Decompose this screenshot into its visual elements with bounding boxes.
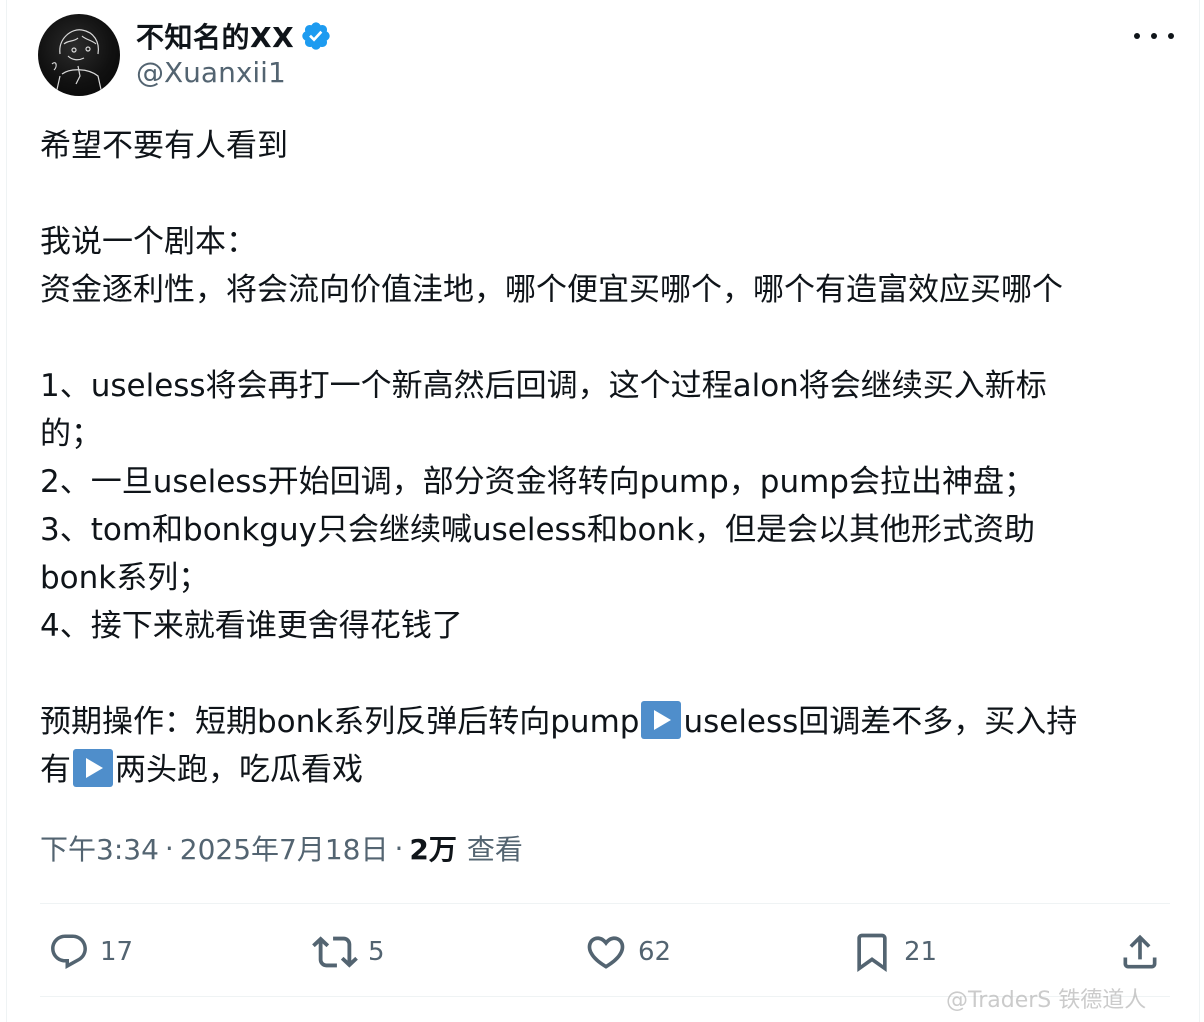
reply-count: 17 — [100, 937, 134, 967]
text-line-blank — [40, 650, 1170, 698]
reply-icon — [51, 934, 87, 969]
repost-count: 5 — [368, 937, 385, 967]
more-dots-icon[interactable] — [1134, 26, 1174, 46]
text-line: 1、useless将会再打一个新高然后回调，这个过程alon将会继续买入新标 — [40, 368, 1047, 404]
share-button[interactable] — [1118, 922, 1162, 982]
text-line: 资金逐利性，将会流向价值洼地，哪个便宜买哪个，哪个有造富效应买哪个 — [40, 272, 1063, 308]
text-line: 4、接下来就看谁更舍得花钱了 — [40, 608, 463, 644]
meta-separator: · — [164, 831, 174, 865]
author-name-row[interactable]: 不知名的XX — [136, 16, 332, 56]
action-bar: 17 5 62 21 — [40, 922, 1170, 982]
text-line: bonk系列； — [40, 560, 210, 596]
play-button-emoji — [641, 701, 682, 739]
tweet-time[interactable]: 下午3:34 — [40, 828, 159, 868]
tweet-meta: 下午3:34 · 2025年7月18日 · 2万 查看 — [40, 828, 523, 868]
like-button[interactable]: 62 — [584, 922, 671, 982]
verified-badge-icon — [302, 22, 330, 50]
text-line-plan-1: 预期操作：短期bonk系列反弹后转向pump useless回调差不多，买入持 — [40, 698, 1170, 746]
author-display-name[interactable]: 不知名的XX — [136, 16, 294, 56]
text-line: 2、一旦useless开始回调，部分资金将转向pump，pump会拉出神盘； — [40, 464, 1035, 500]
meta-separator: · — [394, 831, 404, 865]
bookmark-button[interactable]: 21 — [850, 922, 937, 982]
plan-text: 预期操作：短期bonk系列反弹后转向pump — [40, 704, 640, 740]
reply-button[interactable]: 17 — [48, 922, 133, 982]
text-line-plan-2: 有 两头跑，吃瓜看戏 — [40, 746, 1170, 794]
author-handle[interactable]: @Xuanxii1 — [136, 56, 286, 89]
repost-button[interactable]: 5 — [312, 922, 385, 982]
like-count: 62 — [638, 937, 672, 967]
heart-icon — [587, 936, 625, 969]
share-icon — [1123, 934, 1157, 969]
plan-text: 两头跑，吃瓜看戏 — [115, 752, 363, 788]
repost-icon — [312, 936, 358, 968]
bookmark-count: 21 — [904, 937, 938, 967]
tweet-date[interactable]: 2025年7月18日 — [180, 828, 389, 868]
play-button-emoji — [73, 749, 113, 787]
text-line-blank — [40, 314, 1170, 362]
views-count: 2万 — [409, 833, 457, 866]
text-line: 我说一个剧本： — [40, 224, 257, 260]
text-line: 的； — [40, 416, 102, 452]
views-label: 查看 — [466, 833, 523, 866]
avatar[interactable] — [38, 14, 120, 96]
divider — [40, 903, 1170, 904]
bookmark-icon — [857, 933, 887, 973]
tweet-text: 希望不要有人看到 我说一个剧本： 资金逐利性，将会流向价值洼地，哪个便宜买哪个，… — [40, 122, 1170, 794]
text-line: 希望不要有人看到 — [40, 128, 288, 164]
plan-text: useless回调差不多，买入持 — [683, 704, 1078, 740]
text-line-blank — [40, 170, 1170, 218]
text-line: 3、tom和bonkguy只会继续喊useless和bonk，但是会以其他形式资… — [40, 512, 1036, 548]
plan-text: 有 — [40, 752, 71, 788]
watermark: @TraderS 铁德道人 — [946, 988, 1147, 1013]
